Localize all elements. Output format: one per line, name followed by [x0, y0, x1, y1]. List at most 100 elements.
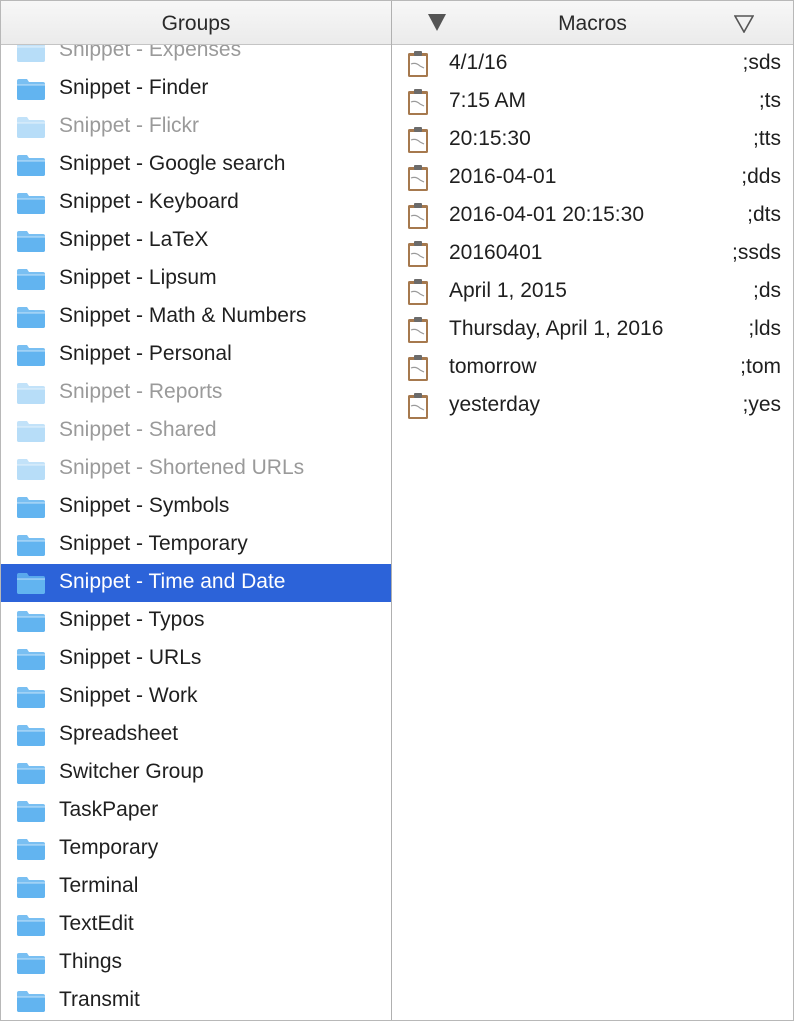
- group-row[interactable]: Switcher Group: [1, 754, 391, 792]
- macro-abbreviation: ;dds: [741, 165, 781, 188]
- folder-icon: [16, 571, 46, 595]
- macro-row[interactable]: 7:15 AM ;ts: [392, 83, 793, 121]
- clipboard-icon: [406, 50, 430, 78]
- group-row[interactable]: Snippet - Keyboard: [1, 184, 391, 222]
- macro-name: 20160401: [449, 241, 543, 264]
- macros-column-header[interactable]: Macros: [392, 1, 793, 45]
- macro-name: 20:15:30: [449, 127, 531, 150]
- macro-name: Thursday, April 1, 2016: [449, 317, 664, 340]
- group-label: Snippet - Work: [59, 684, 198, 707]
- folder-icon: [16, 837, 46, 861]
- group-row[interactable]: Snippet - Reports: [1, 374, 391, 412]
- folder-icon: [16, 77, 46, 101]
- group-row[interactable]: Spreadsheet: [1, 716, 391, 754]
- folder-icon: [16, 229, 46, 253]
- folder-icon: [16, 419, 46, 443]
- group-label: Things: [59, 950, 123, 973]
- group-label: Snippet - URLs: [59, 646, 202, 669]
- group-label: Snippet - Symbols: [59, 494, 230, 517]
- folder-icon: [16, 45, 46, 63]
- macro-row[interactable]: tomorrow ;tom: [392, 349, 793, 387]
- group-row[interactable]: Snippet - LaTeX: [1, 222, 391, 260]
- clipboard-icon: [406, 240, 430, 268]
- group-row[interactable]: Snippet - Shared: [1, 412, 391, 450]
- folder-icon: [16, 381, 46, 405]
- clipboard-icon: [406, 202, 430, 230]
- group-row[interactable]: Snippet - Google search: [1, 146, 391, 184]
- group-label: Snippet - Math & Numbers: [59, 304, 307, 327]
- group-row[interactable]: Snippet - Expenses: [1, 45, 391, 70]
- group-label: Snippet - Finder: [59, 76, 209, 99]
- groups-column-header[interactable]: Groups: [1, 1, 391, 45]
- clipboard-icon: [406, 354, 430, 382]
- sort-toggle-icon[interactable]: [734, 15, 754, 33]
- group-row[interactable]: Snippet - Work: [1, 678, 391, 716]
- folder-icon: [16, 305, 46, 329]
- group-label: Terminal: [59, 874, 139, 897]
- folder-icon: [16, 761, 46, 785]
- group-row[interactable]: Snippet - Typos: [1, 602, 391, 640]
- macro-row[interactable]: 20:15:30 ;tts: [392, 121, 793, 159]
- group-label: Snippet - Shortened URLs: [59, 456, 305, 479]
- groups-pane: Groups Snippet - Expenses Snippet - Finde…: [1, 1, 392, 1020]
- group-label: Temporary: [59, 836, 159, 859]
- folder-icon: [16, 115, 46, 139]
- macro-row[interactable]: 4/1/16 ;sds: [392, 45, 793, 83]
- macro-row[interactable]: 2016-04-01 20:15:30 ;dts: [392, 197, 793, 235]
- macro-row[interactable]: April 1, 2015 ;ds: [392, 273, 793, 311]
- clipboard-icon: [406, 316, 430, 344]
- group-row[interactable]: Snippet - Flickr: [1, 108, 391, 146]
- macro-abbreviation: ;dts: [747, 203, 781, 226]
- macro-name: 2016-04-01: [449, 165, 557, 188]
- group-row[interactable]: Transmit: [1, 982, 391, 1020]
- group-label: Transmit: [59, 988, 140, 1011]
- folder-icon: [16, 723, 46, 747]
- group-row[interactable]: Snippet - Symbols: [1, 488, 391, 526]
- macro-abbreviation: ;tts: [752, 127, 781, 150]
- group-row[interactable]: Snippet - URLs: [1, 640, 391, 678]
- clipboard-icon: [406, 278, 430, 306]
- group-label: Spreadsheet: [59, 722, 179, 745]
- macro-abbreviation: ;tom: [740, 355, 781, 378]
- group-row[interactable]: Snippet - Math & Numbers: [1, 298, 391, 336]
- macro-name: tomorrow: [449, 355, 537, 378]
- macro-name: 2016-04-01 20:15:30: [449, 203, 644, 226]
- folder-icon: [16, 267, 46, 291]
- macro-name: yesterday: [449, 393, 541, 416]
- folder-icon: [16, 647, 46, 671]
- group-row[interactable]: Snippet - Shortened URLs: [1, 450, 391, 488]
- macro-row[interactable]: 2016-04-01 ;dds: [392, 159, 793, 197]
- macro-row[interactable]: yesterday ;yes: [392, 387, 793, 425]
- macro-abbreviation: ;sds: [742, 51, 781, 74]
- folder-icon: [16, 153, 46, 177]
- group-row[interactable]: Snippet - Finder: [1, 70, 391, 108]
- folder-icon: [16, 875, 46, 899]
- group-label: Snippet - Time and Date: [59, 570, 286, 593]
- macro-abbreviation: ;ts: [758, 89, 781, 112]
- macro-abbreviation: ;ds: [752, 279, 781, 302]
- macros-list[interactable]: 4/1/16 ;sds 7:15 AM ;ts 20:15:30 ;tts 2016-04-…: [392, 45, 793, 1020]
- group-row[interactable]: Terminal: [1, 868, 391, 906]
- macro-abbreviation: ;ssds: [731, 241, 781, 264]
- folder-icon: [16, 457, 46, 481]
- group-label: Snippet - Shared: [59, 418, 217, 441]
- group-row[interactable]: TaskPaper: [1, 792, 391, 830]
- folder-icon: [16, 685, 46, 709]
- group-label: Snippet - Personal: [59, 342, 232, 365]
- group-row[interactable]: TextEdit: [1, 906, 391, 944]
- group-label: Snippet - LaTeX: [59, 228, 209, 251]
- macro-row[interactable]: Thursday, April 1, 2016 ;lds: [392, 311, 793, 349]
- groups-list[interactable]: Snippet - Expenses Snippet - Finder Snippe…: [1, 45, 391, 1020]
- clipboard-icon: [406, 164, 430, 192]
- group-row[interactable]: Snippet - Lipsum: [1, 260, 391, 298]
- macros-header-title: Macros: [558, 12, 627, 35]
- macro-row[interactable]: 20160401 ;ssds: [392, 235, 793, 273]
- folder-icon: [16, 533, 46, 557]
- folder-icon: [16, 343, 46, 367]
- group-row[interactable]: Things: [1, 944, 391, 982]
- group-row[interactable]: Snippet - Time and Date: [1, 564, 391, 602]
- folder-icon: [16, 951, 46, 975]
- group-row[interactable]: Snippet - Temporary: [1, 526, 391, 564]
- group-row[interactable]: Snippet - Personal: [1, 336, 391, 374]
- group-row[interactable]: Temporary: [1, 830, 391, 868]
